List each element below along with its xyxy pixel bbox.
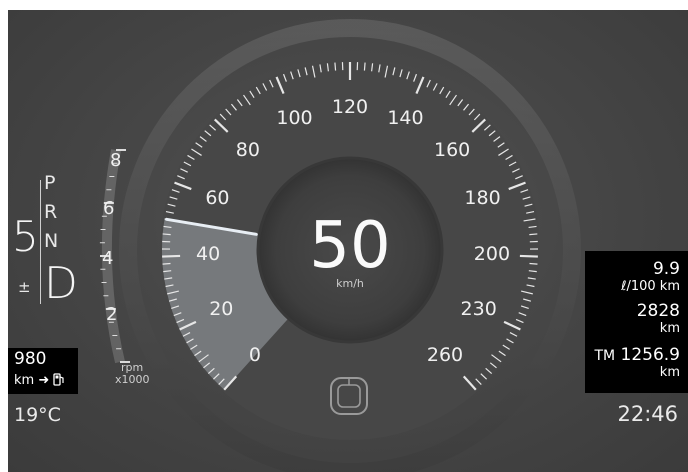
speed-tick-label: 230 <box>460 298 497 320</box>
minor-tick <box>162 233 171 236</box>
range-unit: km <box>14 373 35 388</box>
range-value: 980 <box>14 349 47 369</box>
minor-tick <box>529 262 538 265</box>
speed-tick-label: 260 <box>426 343 464 366</box>
rpm-label-4: 4 <box>102 248 114 269</box>
speed-tick-label: 100 <box>276 107 313 130</box>
odometer-value: 2828 <box>636 301 680 321</box>
speed-tick-label: 140 <box>387 107 424 130</box>
fuel-pump-icon <box>53 373 64 386</box>
speed-tick-label: 60 <box>205 187 230 210</box>
trip-meter: TM 1256.9 <box>594 347 680 364</box>
current-gear: 5 <box>12 212 39 261</box>
gear-r: R <box>44 201 58 223</box>
fuel-consumption-unit: ℓ/100 km <box>621 279 680 294</box>
trip-meter-value: 1256.9 <box>620 345 680 365</box>
rpm-label-8: 8 <box>110 150 122 171</box>
minor-tick <box>363 62 366 71</box>
major-tick <box>162 254 181 258</box>
gear-p: P <box>44 172 56 194</box>
trip-meter-label: TM <box>594 348 616 364</box>
minor-tick <box>162 262 171 265</box>
speed-tick-label: 20 <box>209 298 234 320</box>
rpm-multiplier: x1000 <box>115 373 150 386</box>
minor-tick <box>334 62 337 71</box>
clock: 22:46 <box>617 402 678 426</box>
trip-meter-unit: km <box>659 365 680 380</box>
fuel-consumption: 9.9 <box>652 259 680 279</box>
steering-wheel-icon <box>330 377 368 415</box>
trip-info-panel: 9.9 ℓ/100 km 2828 km TM 1256.9 km <box>585 251 688 393</box>
speed-tick-label: 80 <box>235 139 260 162</box>
major-tick <box>519 254 538 258</box>
gear-bracket <box>40 180 41 304</box>
odometer-unit: km <box>659 321 680 336</box>
rpm-label-2: 2 <box>106 304 118 325</box>
speed-tick-label: 40 <box>195 242 221 265</box>
arrow-right-icon: ➜ <box>38 373 50 388</box>
speed-tick-label: 200 <box>473 242 511 265</box>
manual-shift-sign: ± <box>18 278 31 296</box>
gear-n: N <box>44 230 59 252</box>
gear-drive: D <box>44 258 78 309</box>
instrument-cluster: 0 20 40 60 80 100 120 140 160 180 200 230 260 8 6 4 … <box>8 10 688 472</box>
rpm-unit: rpm <box>121 361 144 374</box>
range-unit-row: km ➜ <box>14 373 65 387</box>
speed-tick-label: 120 <box>331 96 369 118</box>
minor-tick <box>529 233 538 236</box>
speed-tick-label: 0 <box>248 343 262 366</box>
speed-value: 50 <box>309 209 391 283</box>
speed-unit: km/h <box>336 277 364 290</box>
rpm-label-6: 6 <box>103 198 115 219</box>
speed-tick-label: 180 <box>464 187 501 210</box>
outside-temperature: 19°C <box>14 404 61 426</box>
speed-tick-label: 160 <box>434 139 471 162</box>
